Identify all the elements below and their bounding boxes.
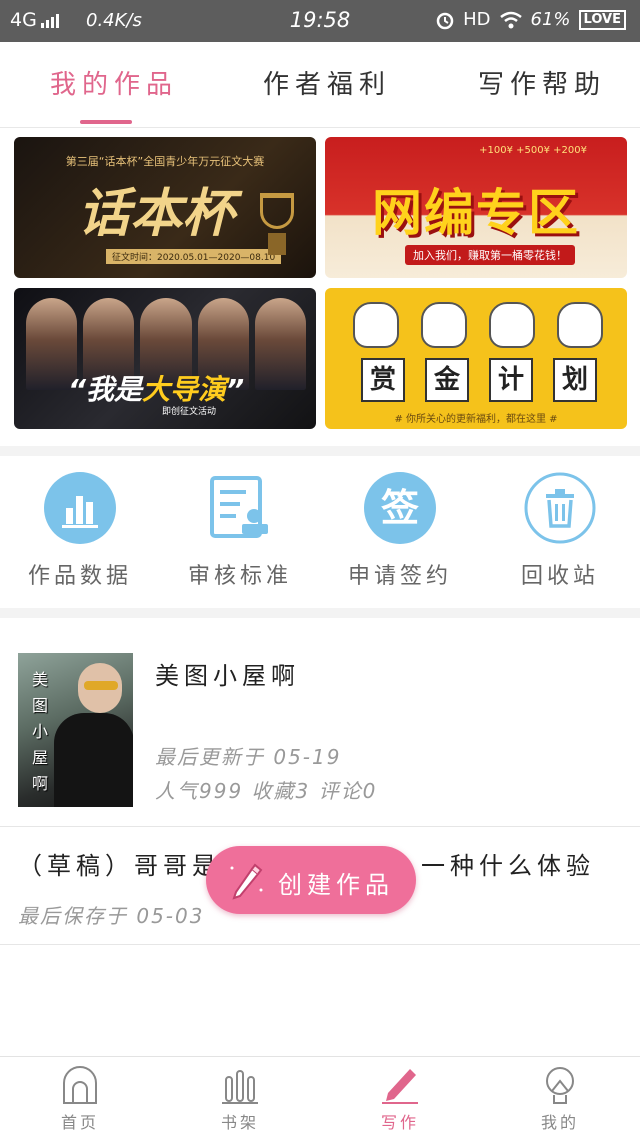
banner-note: # 你所关心的更新福利，都在这里 # [394, 414, 558, 425]
status-icons: HD 61% LOVE [435, 9, 626, 30]
nav-label: 写作 [380, 1113, 419, 1132]
banner-title: “我是大导演” [68, 368, 244, 408]
nav-writing[interactable]: 写作 [350, 1065, 450, 1133]
tool-label: 申请签约 [347, 564, 452, 589]
banner-huaben-cup[interactable]: 第三届“话本杯”全国青少年万元征文大赛 话本杯 征文时间：2020.05.01—… [14, 137, 316, 278]
tab-my-works[interactable]: 我的作品 [50, 64, 178, 101]
active-tab-indicator [80, 120, 132, 124]
nav-home[interactable]: 首页 [30, 1065, 130, 1133]
banner-strip: 加入我们，赚取第一桶零花钱！ [405, 245, 575, 265]
alarm-icon [436, 12, 454, 29]
tool-apply-contract[interactable]: 签 申请签约 [330, 472, 470, 590]
banner-editor-zone[interactable]: +100¥ +500¥ +200¥ 网编专区 加入我们，赚取第一桶零花钱！ [325, 137, 627, 278]
tool-label: 审核标准 [187, 564, 292, 589]
trash-icon [524, 472, 596, 544]
banner-date: 征文时间：2020.05.01—2020—08.10 [106, 249, 282, 264]
tool-label: 作品数据 [27, 564, 132, 589]
nav-bookshelf[interactable]: 书架 [190, 1065, 290, 1133]
home-icon [60, 1065, 100, 1105]
banner-title-prefix: “我是 [68, 373, 143, 406]
banner-title-em: 大导演 [142, 373, 227, 406]
draft-saved: 最后保存于 05-03 [18, 904, 205, 928]
tool-works-data[interactable]: 作品数据 [10, 472, 150, 590]
banner-word: 赏 [361, 358, 405, 402]
document-stamp-icon [204, 472, 276, 544]
draft-title-right: 一种什么体验 [421, 852, 595, 880]
pencil-icon [380, 1065, 420, 1105]
tab-author-benefits[interactable]: 作者福利 [263, 64, 391, 101]
nav-label: 书架 [220, 1113, 259, 1132]
nav-profile[interactable]: 我的 [510, 1065, 610, 1133]
bookshelf-icon [220, 1065, 260, 1105]
hd-indicator: HD [463, 9, 491, 30]
draft-title-left: （草稿）哥哥是 [18, 852, 221, 880]
work-cover-image[interactable]: 美图小屋啊 [18, 653, 133, 807]
banner-title: 赏 金 计 划 [361, 358, 597, 402]
profile-icon [540, 1065, 580, 1105]
banner-tag: 即创征文活动 [162, 407, 217, 417]
banner-big-director[interactable]: “我是大导演” 即创征文活动 [14, 288, 316, 429]
list-divider [0, 944, 640, 945]
create-work-label: 创建作品 [278, 871, 394, 899]
trophy-icon [260, 193, 294, 229]
banner-title: 话本杯 [78, 183, 235, 244]
banner-bonus: +100¥ +500¥ +200¥ [479, 145, 587, 156]
create-work-button[interactable]: 创建作品 [206, 846, 416, 914]
banner-word: 计 [489, 358, 533, 402]
work-stats: 人气999 收藏3 评论0 [155, 779, 378, 803]
section-divider [0, 608, 640, 618]
banner-word: 金 [425, 358, 469, 402]
bottom-nav: 首页 书架 写作 我的 [0, 1056, 640, 1138]
tool-review-standards[interactable]: 审核标准 [170, 472, 310, 590]
tab-writing-help[interactable]: 写作帮助 [478, 64, 606, 101]
battery-icon: LOVE [578, 9, 626, 30]
status-bar: 4G 0.4K/s 19:58 HD 61% LOVE [0, 0, 640, 42]
banner-title-suffix: ” [226, 373, 245, 406]
banner-word: 划 [553, 358, 597, 402]
tool-label: 回收站 [520, 564, 599, 589]
trophy-base [268, 233, 286, 255]
pencil-icon [230, 863, 263, 900]
section-divider [0, 446, 640, 456]
tool-recycle-bin[interactable]: 回收站 [490, 472, 630, 590]
list-divider [0, 826, 640, 827]
banner-subtitle: 第三届“话本杯”全国青少年万元征文大赛 [65, 155, 265, 168]
nav-label: 我的 [540, 1113, 579, 1132]
banner-title: 网编专区 [372, 184, 580, 242]
bar-chart-icon [44, 472, 116, 544]
top-tabs: 我的作品 作者福利 写作帮助 [0, 42, 640, 128]
sign-badge-icon: 签 [364, 472, 436, 544]
cover-text: 美图小屋啊 [32, 670, 49, 793]
nav-label: 首页 [60, 1113, 99, 1132]
banner-bounty-plan[interactable]: 赏 金 计 划 # 你所关心的更新福利，都在这里 # [325, 288, 627, 429]
wifi-icon [499, 11, 522, 28]
battery-level: 61% [530, 9, 571, 30]
work-updated: 最后更新于 05-19 [155, 745, 342, 769]
work-title[interactable]: 美图小屋啊 [155, 656, 300, 691]
